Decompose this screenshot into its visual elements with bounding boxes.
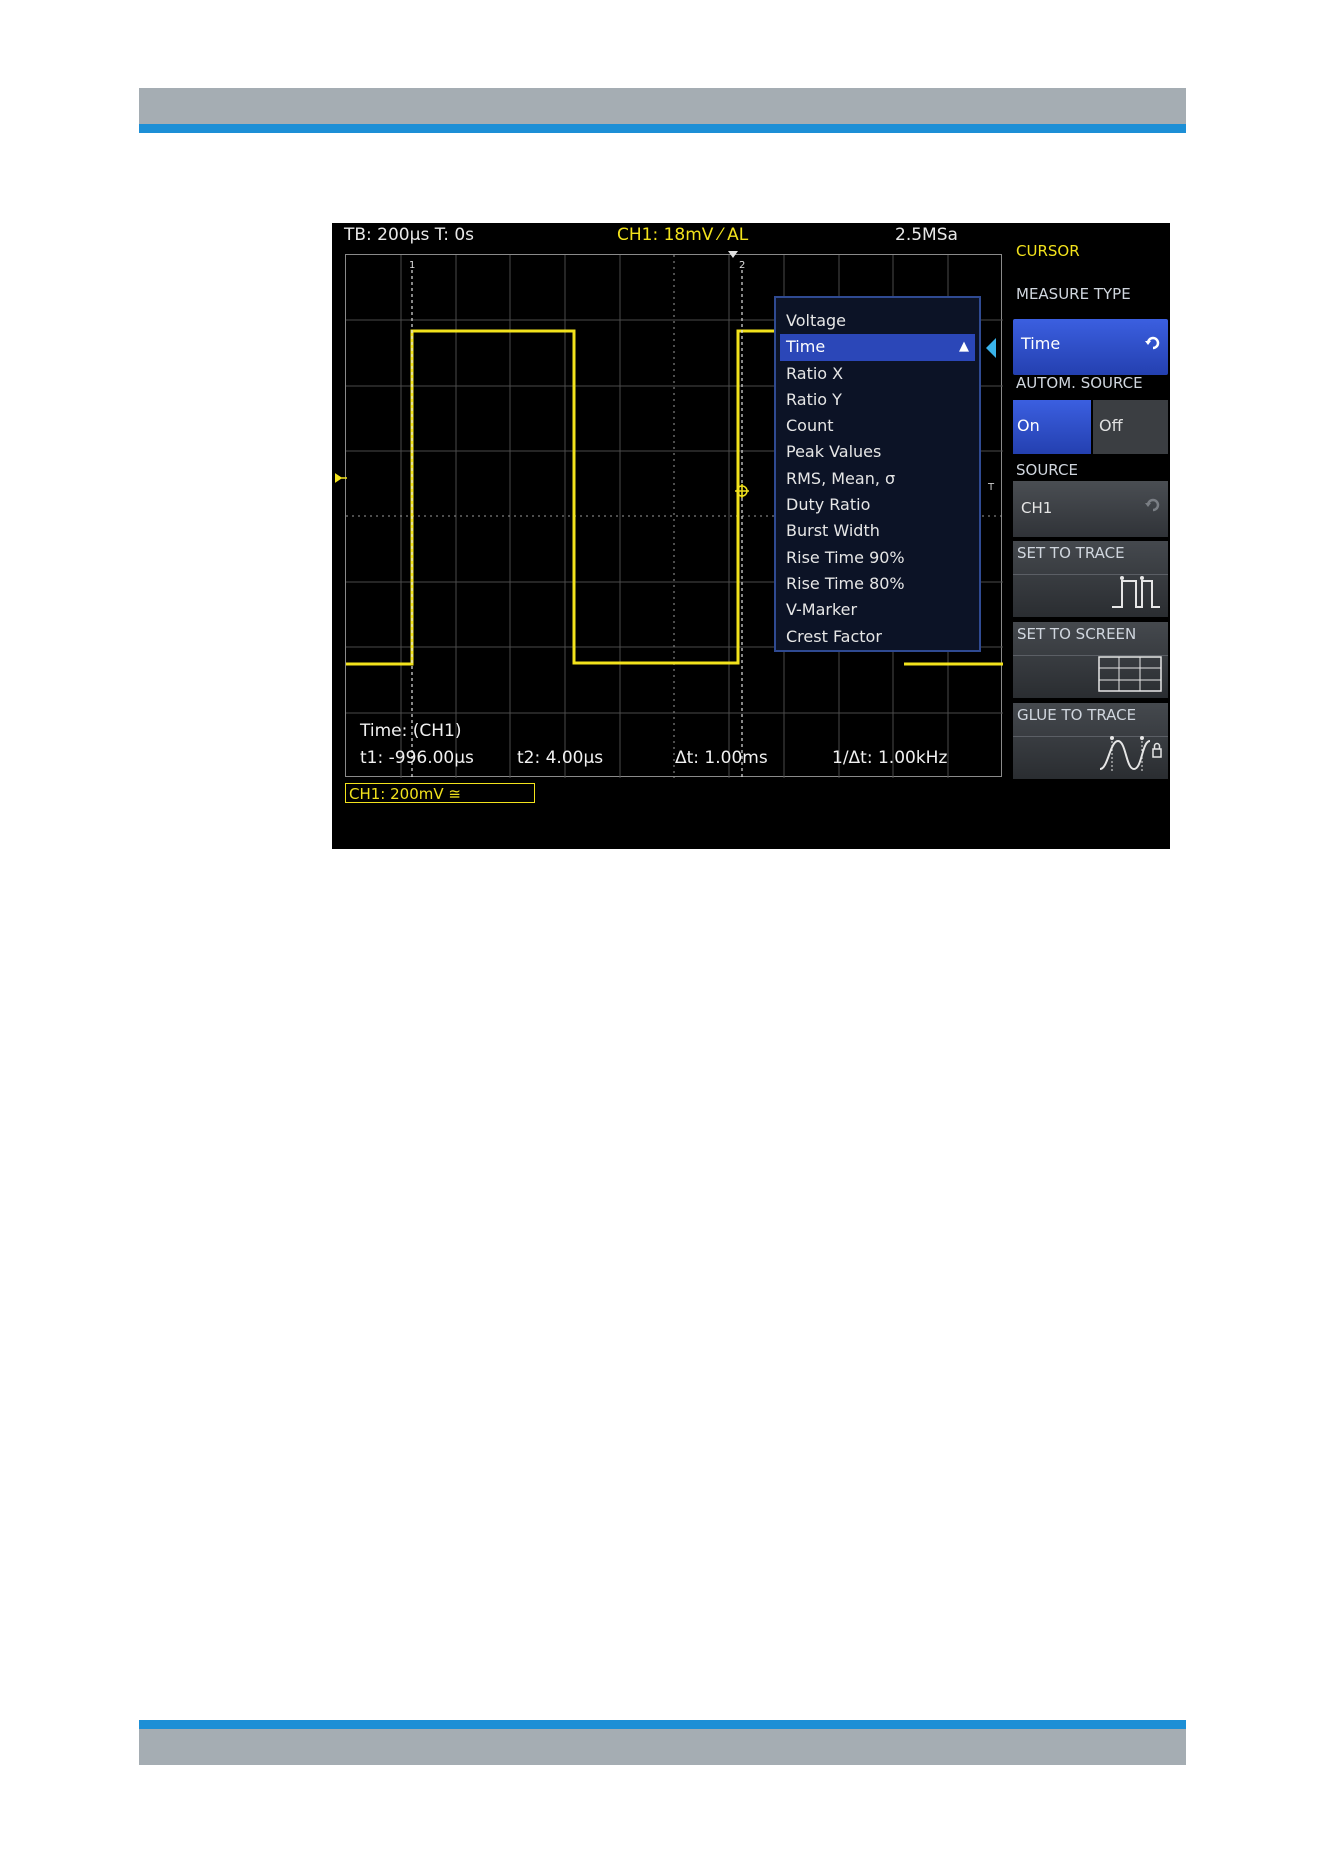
trigger-readout[interactable]: CH1: 18mV ⁄ AL	[617, 225, 748, 245]
cursor-readout-title: Time: (CH1)	[360, 721, 462, 741]
menu-item-rms-mean-sigma[interactable]: RMS, Mean, σ	[776, 466, 979, 492]
menu-item-count[interactable]: Count	[776, 413, 979, 439]
cursor-t1-value: t1: -996.00µs	[360, 748, 474, 768]
cursor-lines[interactable]	[411, 270, 743, 778]
menu-item-rise-time-80[interactable]: Rise Time 80%	[776, 571, 979, 597]
menu-item-ratio-y[interactable]: Ratio Y	[776, 387, 979, 413]
menu-item-rise-time-90[interactable]: Rise Time 90%	[776, 545, 979, 571]
cursor-2-label: 2	[739, 260, 745, 271]
header-grey-bar	[139, 88, 1186, 124]
rotary-knob-icon	[1145, 336, 1160, 350]
menu-item-v-marker[interactable]: V-Marker	[776, 597, 979, 623]
cursor-1-label: 1	[409, 260, 415, 271]
trigger-time-marker-icon	[728, 251, 738, 258]
autom-source-on-option[interactable]: On	[1013, 400, 1091, 454]
menu-item-ratio-x[interactable]: Ratio X	[776, 361, 979, 387]
measure-type-button[interactable]: Time	[1013, 319, 1168, 375]
ch1-scale-badge[interactable]: CH1: 200mV ≅	[345, 783, 535, 803]
cursor-soft-menu: CURSOR MEASURE TYPE Time AUTOM. SOURCE O…	[1011, 223, 1170, 849]
cursor-delta-t-value: Δt: 1.00ms	[675, 748, 768, 768]
set-to-trace-label: SET TO TRACE	[1017, 544, 1125, 562]
measure-type-label: MEASURE TYPE	[1016, 285, 1131, 303]
measure-type-menu[interactable]: Voltage Time ▲ Ratio X Ratio Y Count Pea…	[774, 296, 981, 652]
autom-source-label: AUTOM. SOURCE	[1016, 374, 1143, 392]
cursor-t2-value: t2: 4.00µs	[517, 748, 604, 768]
menu-item-burst-width[interactable]: Burst Width	[776, 518, 979, 544]
soft-menu-title: CURSOR	[1016, 242, 1080, 260]
menu-pointer-icon	[986, 338, 996, 358]
autom-source-off-option[interactable]: Off	[1093, 400, 1168, 454]
source-button[interactable]: CH1	[1013, 481, 1168, 537]
timebase-readout[interactable]: TB: 200µs T: 0s	[344, 225, 474, 245]
page-footer-band	[139, 1720, 1186, 1765]
set-to-screen-label: SET TO SCREEN	[1017, 625, 1137, 643]
page-header-band	[139, 88, 1186, 133]
menu-item-duty-ratio[interactable]: Duty Ratio	[776, 492, 979, 518]
set-to-trace-icon	[1112, 576, 1160, 609]
sample-rate-readout: 2.5MSa	[895, 225, 958, 245]
cursor-inverse-delta-t-value: 1/Δt: 1.00kHz	[832, 748, 948, 768]
footer-grey-bar	[139, 1729, 1186, 1765]
source-label: SOURCE	[1016, 461, 1078, 479]
menu-item-crest-factor[interactable]: Crest Factor	[776, 624, 979, 650]
set-to-screen-icon	[1098, 656, 1162, 692]
glue-to-trace-icon	[1099, 736, 1162, 771]
menu-item-voltage[interactable]: Voltage	[776, 308, 979, 334]
oscilloscope-screen: TB: 200µs T: 0s CH1: 18mV ⁄ AL 2.5MSa 1 …	[332, 223, 1170, 849]
set-to-screen-button[interactable]: SET TO SCREEN	[1013, 622, 1168, 698]
header-blue-line	[139, 124, 1186, 133]
glue-to-trace-label: GLUE TO TRACE	[1017, 706, 1137, 724]
trigger-level-marker: T	[988, 482, 995, 493]
glue-to-trace-button[interactable]: GLUE TO TRACE	[1013, 703, 1168, 779]
set-to-trace-button[interactable]: SET TO TRACE	[1013, 541, 1168, 617]
ch1-ground-marker-icon	[335, 473, 347, 483]
menu-item-time-label: Time	[786, 337, 826, 357]
rotary-knob-icon	[1145, 498, 1160, 512]
source-value: CH1	[1021, 499, 1053, 517]
footer-blue-line	[139, 1720, 1186, 1729]
menu-item-peak-values[interactable]: Peak Values	[776, 439, 979, 465]
menu-item-time[interactable]: Time ▲	[780, 334, 975, 361]
autom-source-toggle[interactable]: On Off	[1013, 400, 1168, 454]
measure-type-value: Time	[1021, 334, 1061, 353]
up-down-arrows-icon: ▲	[959, 339, 969, 355]
